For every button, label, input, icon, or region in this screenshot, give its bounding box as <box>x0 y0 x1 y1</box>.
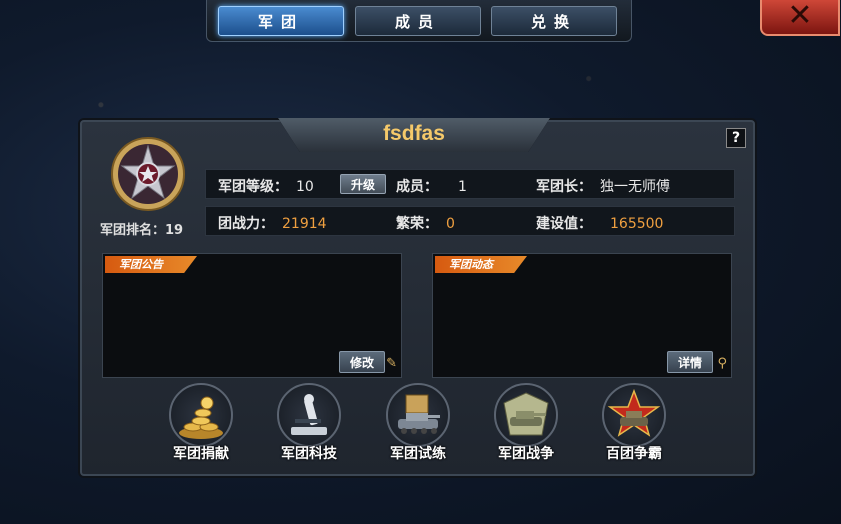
level-label: 军团等级： <box>218 179 288 195</box>
gold-coins-icon <box>169 383 233 447</box>
activity-details-button[interactable]: 详情 <box>667 351 713 373</box>
prosperity-label: 繁荣： <box>396 216 438 232</box>
tab-members[interactable]: 成员 <box>355 6 481 36</box>
feature-trial[interactable]: 军团试练 <box>382 383 454 463</box>
info-row-power: 团战力： 21914 繁荣： 0 建设值： 165500 <box>205 206 735 236</box>
announcement-title: 军团公告 <box>105 256 197 273</box>
close-icon: ✕ <box>787 0 813 33</box>
power-value: 21914 <box>282 216 327 232</box>
members-field: 成员： 1 <box>396 176 467 196</box>
microscope-icon <box>277 383 341 447</box>
feature-donate[interactable]: 军团捐献 <box>165 383 237 463</box>
help-button[interactable]: ? <box>726 128 746 148</box>
activity-title: 军团动态 <box>435 256 527 273</box>
legion-title-plate: fsdfas <box>278 118 550 152</box>
members-label: 成员： <box>396 179 438 195</box>
power-field: 团战力： 21914 <box>218 213 327 233</box>
legion-name: fsdfas <box>383 122 445 145</box>
level-value: 10 <box>296 179 314 195</box>
legion-emblem-icon <box>111 137 185 211</box>
magnifier-icon: ⚲ <box>717 356 727 371</box>
edit-announcement-button[interactable]: 修改 <box>339 351 385 373</box>
pencil-icon: ✎ <box>386 356 397 371</box>
leader-field: 军团长： 独一无师傅 <box>536 176 670 196</box>
level-field: 军团等级： 10 <box>218 176 314 196</box>
construction-label: 建设值： <box>536 216 592 232</box>
activity-box: 军团动态 详情 ⚲ <box>432 253 732 378</box>
feature-tech-label: 军团科技 <box>281 446 337 462</box>
construction-field: 建设值： 165500 <box>536 213 663 233</box>
tank-war-icon <box>494 383 558 447</box>
close-button[interactable]: ✕ <box>760 0 840 36</box>
star-tank-icon <box>602 383 666 447</box>
power-label: 团战力： <box>218 216 274 232</box>
tab-legion[interactable]: 军团 <box>218 6 344 36</box>
prosperity-value: 0 <box>446 216 455 232</box>
leader-label: 军团长： <box>536 179 592 195</box>
tab-exchange[interactable]: 兑换 <box>491 6 617 36</box>
upgrade-button[interactable]: 升级 <box>340 174 386 194</box>
feature-trial-label: 军团试练 <box>390 446 446 462</box>
feature-war[interactable]: 军团战争 <box>490 383 562 463</box>
feature-donate-label: 军团捐献 <box>173 446 229 462</box>
legion-rank: 军团排名：19 <box>100 223 184 238</box>
feature-tech[interactable]: 军团科技 <box>273 383 345 463</box>
construction-value: 165500 <box>610 216 664 232</box>
members-value: 1 <box>458 179 467 195</box>
announcement-box: 军团公告 修改 ✎ <box>102 253 402 378</box>
tank-trial-icon <box>386 383 450 447</box>
feature-hundred-legions[interactable]: 百团争霸 <box>598 383 670 463</box>
feature-war-label: 军团战争 <box>498 446 554 462</box>
feature-hundred-legions-label: 百团争霸 <box>606 446 662 462</box>
top-tab-bar: 军团 成员 兑换 <box>206 0 632 42</box>
info-row-level: 军团等级： 10 升级 成员： 1 军团长： 独一无师傅 <box>205 169 735 199</box>
leader-value: 独一无师傅 <box>600 179 670 195</box>
prosperity-field: 繁荣： 0 <box>396 213 455 233</box>
